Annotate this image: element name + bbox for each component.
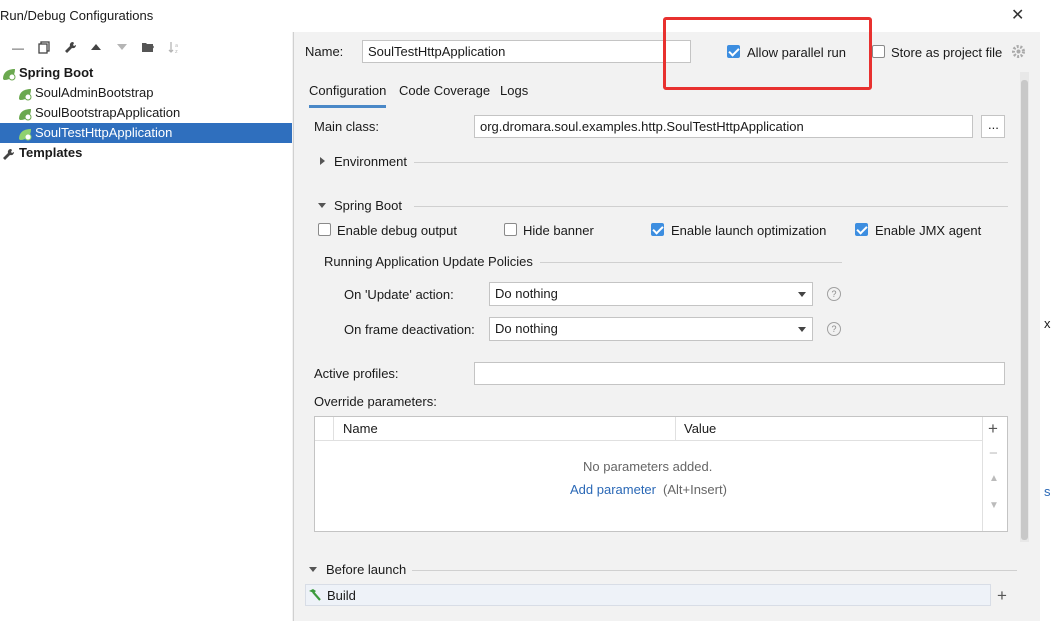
store-project-checkbox[interactable]: [872, 45, 885, 58]
expand-arrow-icon[interactable]: [320, 157, 325, 165]
tree-group-spring-boot[interactable]: Spring Boot: [0, 63, 292, 83]
sort-icon[interactable]: az: [167, 41, 181, 57]
help-icon[interactable]: ?: [827, 322, 841, 336]
on-update-select[interactable]: Do nothing: [489, 282, 813, 306]
move-up-icon[interactable]: ▲: [989, 473, 999, 484]
on-frame-value: Do nothing: [495, 321, 558, 336]
close-icon[interactable]: ✕: [1011, 5, 1024, 25]
chevron-down-icon: [798, 327, 806, 332]
hide-banner-checkbox[interactable]: [504, 223, 517, 236]
enable-debug-checkbox[interactable]: [318, 223, 331, 236]
add-icon[interactable]: +: [988, 419, 998, 439]
add-parameter-link[interactable]: Add parameter: [570, 482, 656, 497]
column-header-name[interactable]: Name: [343, 421, 378, 436]
svg-text:z: z: [175, 49, 178, 54]
on-frame-select[interactable]: Do nothing: [489, 317, 813, 341]
tab-code-coverage[interactable]: Code Coverage: [399, 82, 490, 108]
name-input[interactable]: SoulTestHttpApplication: [362, 40, 691, 63]
wrench-icon: [2, 147, 16, 160]
tree-item-label: SoulBootstrapApplication: [35, 105, 181, 120]
parameters-table: [314, 416, 1008, 532]
spring-boot-icon: [18, 127, 32, 141]
on-update-label: On 'Update' action:: [344, 287, 454, 302]
add-parameter-hint: (Alt+Insert): [663, 482, 727, 497]
run-debug-dialog: Run/Debug Configurations ✕ — az Spring B…: [0, 0, 1040, 621]
update-policies-label: Running Application Update Policies: [324, 254, 533, 269]
enable-debug-label[interactable]: Enable debug output: [337, 223, 457, 238]
actions-divider: [982, 417, 983, 531]
separator: [540, 262, 842, 263]
tree-item-label: SoulTestHttpApplication: [35, 125, 173, 140]
help-icon[interactable]: ?: [827, 287, 841, 301]
launch-optimization-label[interactable]: Enable launch optimization: [671, 223, 826, 238]
tree-item-soul-test-http[interactable]: SoulTestHttpApplication: [0, 123, 292, 143]
hide-banner-label[interactable]: Hide banner: [523, 223, 594, 238]
spring-boot-icon: [18, 87, 32, 101]
tree-templates-label: Templates: [19, 145, 83, 160]
tree-group-label: Spring Boot: [19, 65, 94, 80]
folder-icon[interactable]: [141, 41, 155, 56]
jmx-agent-label[interactable]: Enable JMX agent: [875, 223, 981, 238]
edge-text: x: [1044, 316, 1051, 331]
arrow-up-icon[interactable]: [89, 41, 103, 56]
arrow-down-icon[interactable]: [115, 41, 129, 56]
gear-icon[interactable]: [1011, 44, 1026, 62]
remove-icon[interactable]: −: [989, 445, 998, 462]
title-bar: Run/Debug Configurations ✕: [0, 0, 1040, 32]
store-project-label[interactable]: Store as project file: [891, 45, 1002, 60]
tree-item-label: SoulAdminBootstrap: [35, 85, 154, 100]
separator: [414, 162, 1008, 163]
browse-button[interactable]: ...: [981, 115, 1005, 138]
configurations-tree-panel: — az Spring Boot SoulAdminBootstrap Soul…: [0, 32, 292, 621]
launch-optimization-checkbox[interactable]: [651, 223, 664, 236]
build-label: Build: [327, 588, 356, 603]
minus-icon[interactable]: —: [11, 41, 25, 55]
scrollbar-thumb[interactable]: [1021, 80, 1028, 540]
chevron-down-icon: [798, 292, 806, 297]
column-divider: [333, 417, 334, 440]
tree-item-soul-bootstrap[interactable]: SoulBootstrapApplication: [0, 103, 292, 123]
empty-table-text: No parameters added.: [583, 459, 713, 474]
tab-logs[interactable]: Logs: [500, 82, 528, 108]
tab-configuration[interactable]: Configuration: [309, 82, 387, 108]
before-launch-item[interactable]: [305, 584, 991, 606]
spring-boot-section-label[interactable]: Spring Boot: [334, 198, 402, 213]
column-header-value[interactable]: Value: [684, 421, 716, 436]
tree-item-soul-admin[interactable]: SoulAdminBootstrap: [0, 83, 292, 103]
on-frame-label: On frame deactivation:: [344, 322, 475, 337]
jmx-agent-checkbox[interactable]: [855, 223, 868, 236]
separator: [412, 570, 1017, 571]
spring-boot-icon: [18, 107, 32, 121]
name-label: Name:: [305, 44, 344, 59]
copy-icon[interactable]: [37, 41, 51, 57]
active-profiles-input[interactable]: [474, 362, 1005, 385]
window-title: Run/Debug Configurations: [0, 8, 154, 23]
table-header-separator: [315, 440, 982, 441]
tree-group-templates[interactable]: Templates: [0, 143, 292, 163]
collapse-arrow-icon[interactable]: [309, 567, 317, 572]
environment-label[interactable]: Environment: [334, 154, 407, 169]
highlight-annotation: [663, 17, 872, 90]
wrench-icon[interactable]: [63, 41, 77, 57]
main-class-label: Main class:: [314, 119, 380, 134]
spring-boot-icon: [2, 67, 16, 81]
move-down-icon[interactable]: ▼: [989, 500, 999, 511]
add-icon[interactable]: +: [997, 586, 1007, 606]
main-class-input[interactable]: org.dromara.soul.examples.http.SoulTestH…: [474, 115, 973, 138]
override-parameters-label: Override parameters:: [314, 394, 437, 409]
active-profiles-label: Active profiles:: [314, 366, 399, 381]
before-launch-label[interactable]: Before launch: [326, 562, 406, 577]
hammer-icon: [308, 588, 322, 604]
background-window-edge: x s: [1040, 0, 1054, 621]
separator: [414, 206, 1008, 207]
collapse-arrow-icon[interactable]: [318, 203, 326, 208]
on-update-value: Do nothing: [495, 286, 558, 301]
edge-text: s: [1044, 484, 1051, 499]
column-divider: [675, 417, 676, 440]
